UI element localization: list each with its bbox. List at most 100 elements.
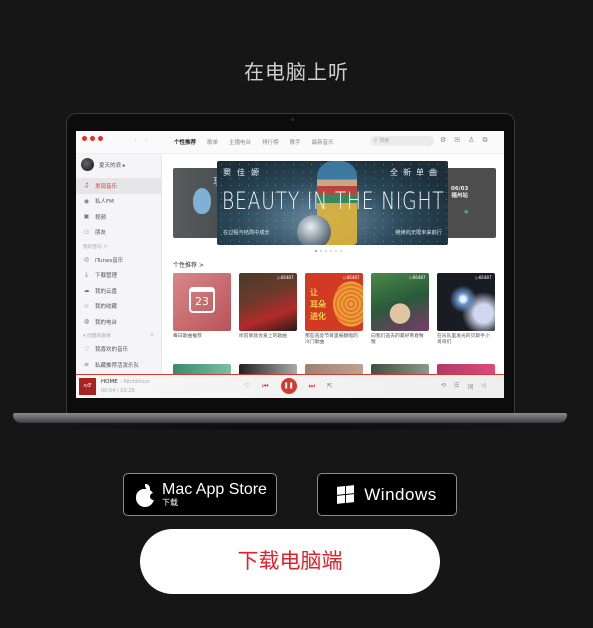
avatar[interactable]: [81, 158, 94, 171]
tab-artists[interactable]: 歌手: [290, 138, 301, 146]
playlist-card[interactable]: ▷66487 向我们逝去的美好青春致敬: [371, 273, 429, 347]
card-cover[interactable]: [371, 364, 429, 374]
back-icon[interactable]: ‹: [134, 136, 137, 144]
minimize-dot[interactable]: [90, 136, 95, 141]
pause-icon[interactable]: ❚❚: [280, 378, 297, 394]
close-dot[interactable]: [82, 136, 87, 141]
sidebar-item-discover[interactable]: ♫ 发现音乐: [76, 178, 162, 194]
maximize-dot[interactable]: [98, 136, 103, 141]
recommend-grid: 23 每日歌曲推荐 ▷66487 听前奏就会爱上的歌曲 让耳朵 进化 ▷66487 …: [173, 273, 495, 347]
sidebar-item-favorites[interactable]: ☆ 我的收藏: [76, 299, 162, 315]
forward-icon[interactable]: ›: [145, 136, 148, 144]
prev-icon[interactable]: ⏮: [262, 382, 268, 391]
nav-arrows: ‹ ›: [134, 136, 148, 144]
lyrics-icon[interactable]: 词: [467, 382, 473, 391]
elapsed-time: 00:54: [101, 388, 116, 394]
like-icon[interactable]: ♡: [244, 382, 250, 390]
pager-dot[interactable]: [320, 250, 322, 252]
apple-icon: [136, 483, 157, 507]
sidebar-item-label: 我喜欢的音乐: [95, 347, 129, 354]
skin-icon[interactable]: ♙: [468, 136, 474, 145]
sidebar: 夏天的浪 ▸ ♫ 发现音乐 ◉ 私人FM ▣ 视频 ⚇ 朋友 我的音乐 > ◎ iTune…: [76, 154, 162, 374]
video-icon: ▣: [83, 213, 90, 221]
pager-dot[interactable]: [335, 250, 337, 252]
cloud-icon: ☁: [83, 287, 90, 295]
sidebar-item-label: 朋友: [95, 230, 107, 237]
sidebar-item-cloud[interactable]: ☁ 我的云盘: [76, 283, 162, 299]
card-cover[interactable]: [305, 364, 363, 374]
sidebar-item-my-radio[interactable]: ◍ 我的电台: [76, 314, 162, 330]
download-desktop-button[interactable]: 下载电脑端: [140, 529, 440, 594]
tab-charts[interactable]: 排行榜: [262, 138, 279, 146]
mac-store-title: Mac App Store: [162, 481, 267, 498]
banner-next-text: 06/03 福州站: [451, 186, 468, 200]
volume-icon[interactable]: ◁: [481, 382, 486, 391]
my-music-header[interactable]: 我的音乐 >: [76, 240, 162, 252]
card-label: 每日歌曲推荐: [173, 333, 202, 339]
pager-dot[interactable]: [330, 250, 332, 252]
settings-icon[interactable]: ⚙: [440, 136, 446, 145]
mac-app-store-button[interactable]: Mac App Store 下载: [123, 473, 277, 516]
app-topbar: ‹ › 个性推荐 歌单 主播电台 排行榜 歌手 最新音乐 ⚲ 搜索 ⚙ ✉ ♙ …: [76, 131, 504, 154]
player-extra-controls: ⟲ ☰ 词 ◁: [441, 382, 486, 391]
album-thumb[interactable]: n/E: [79, 378, 96, 395]
loop-icon[interactable]: ⟲: [441, 382, 446, 391]
card-cover: ▷66487: [239, 273, 297, 331]
windows-download-button[interactable]: Windows: [317, 473, 457, 516]
play-count: ▷66487: [409, 275, 426, 280]
playlist-icon: ≡: [83, 361, 90, 369]
pager-dot[interactable]: [315, 250, 317, 252]
tab-new-music[interactable]: 最新音乐: [312, 138, 334, 146]
pager-dot[interactable]: [325, 250, 327, 252]
banner-main[interactable]: 窦佳嫄 全新单曲 BEAUTY IN THE NIGHT 在过程与结局中成长 继…: [217, 161, 448, 245]
concert-date: 06/03: [451, 186, 469, 192]
add-playlist-icon[interactable]: +: [150, 333, 154, 338]
playlist-card[interactable]: ▷66487 在乐队里发光的贝斯手小哥哥们: [437, 273, 495, 347]
song-title: HOME: [101, 379, 118, 385]
tab-recommend[interactable]: 个性推荐: [174, 138, 196, 146]
sidebar-item-playlist[interactable]: ≡ 私藏推荐活泼乐队: [76, 357, 162, 373]
tab-radio[interactable]: 主播电台: [229, 138, 251, 146]
sidebar-list: ♫ 发现音乐 ◉ 私人FM ▣ 视频 ⚇ 朋友 我的音乐 > ◎ iTunes音乐 ⤓ 下载…: [76, 178, 162, 373]
play-count: ▷66487: [277, 275, 294, 280]
recommend-grid-row2: [173, 364, 495, 374]
playlist-card[interactable]: ▷66487 听前奏就会爱上的歌曲: [239, 273, 297, 347]
pager-dot[interactable]: [340, 250, 342, 252]
sidebar-item-friends[interactable]: ⚇ 朋友: [76, 225, 162, 241]
card-label: 在乐队里发光的贝斯手小哥哥们: [437, 333, 490, 346]
disco-ball: [297, 215, 331, 245]
search-input[interactable]: ⚲ 搜索: [370, 136, 434, 146]
section-title[interactable]: 个性推荐 >: [173, 260, 204, 269]
playback-controls: ♡ ⏮ ❚❚ ⏭ ⇱: [244, 378, 333, 394]
search-placeholder: 搜索: [379, 138, 390, 144]
playlist-card[interactable]: 23 每日歌曲推荐: [173, 273, 231, 347]
next-icon[interactable]: ⏭: [309, 382, 315, 391]
banner-subtitle-right: 继续向无限未来前行: [395, 230, 442, 236]
mac-store-subtitle: 下载: [162, 498, 178, 507]
user-name: 夏天的浪 ▸: [99, 162, 126, 169]
calendar-icon: 23: [189, 287, 215, 313]
playlist-icon[interactable]: ☰: [454, 382, 459, 391]
mini-mode-icon[interactable]: ⧉: [482, 136, 487, 145]
sidebar-item-label: iTunes音乐: [95, 257, 124, 264]
card-cover[interactable]: [239, 364, 297, 374]
play-count: ▷66487: [343, 275, 360, 280]
sidebar-item-downloads[interactable]: ⤓ 下载管理: [76, 268, 162, 284]
ear-graphic: [332, 281, 363, 327]
sidebar-item-liked[interactable]: ♡ 我喜欢的音乐: [76, 342, 162, 358]
playlist-card[interactable]: 让耳朵 进化 ▷66487 那些逃亮节目里被翻唱的冷门歌曲: [305, 273, 363, 347]
created-playlists-header[interactable]: ▾ 创建的歌单 +: [76, 330, 162, 342]
card-cover[interactable]: [437, 364, 495, 374]
concert-place: 福州站: [451, 193, 468, 199]
user-profile[interactable]: 夏天的浪 ▸: [81, 158, 126, 171]
tab-playlists[interactable]: 歌单: [207, 138, 218, 146]
sidebar-item-fm[interactable]: ◉ 私人FM: [76, 194, 162, 210]
sidebar-item-label: 发现音乐: [95, 183, 118, 190]
nav-tabs: 个性推荐 歌单 主播电台 排行榜 歌手 最新音乐: [174, 138, 334, 146]
banner-tag: 全新单曲: [390, 168, 442, 177]
sidebar-item-video[interactable]: ▣ 视频: [76, 209, 162, 225]
mail-icon[interactable]: ✉: [454, 136, 460, 145]
share-icon[interactable]: ⇱: [327, 382, 333, 390]
card-cover[interactable]: [173, 364, 231, 374]
sidebar-item-itunes[interactable]: ◎ iTunes音乐: [76, 252, 162, 268]
